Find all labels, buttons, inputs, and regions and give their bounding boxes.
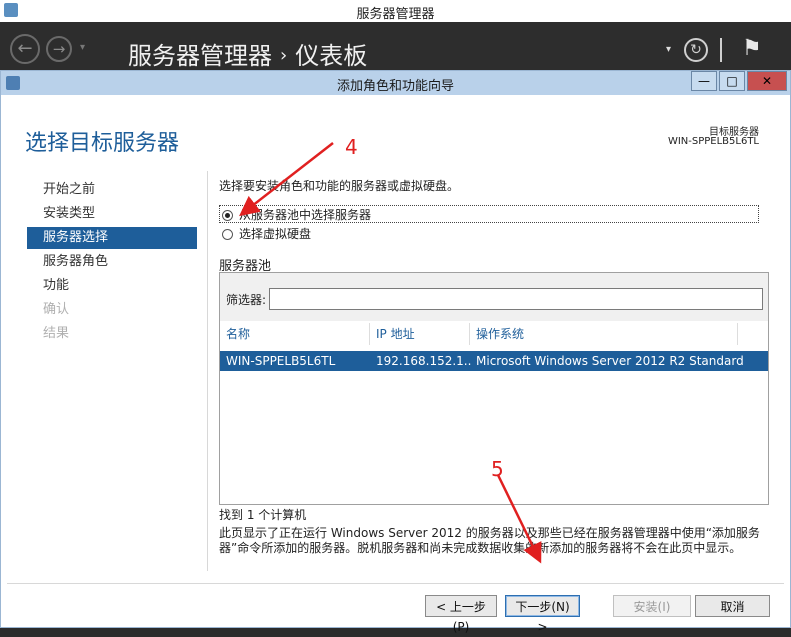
annotation-arrow-5 (496, 474, 542, 564)
server-manager-app-icon (4, 3, 18, 17)
annotation-arrow-4 (239, 142, 334, 217)
outer-window-title: 服务器管理器 (356, 7, 435, 22)
refresh-dropdown-icon[interactable]: ▾ (666, 44, 671, 55)
outer-title-bar: 服务器管理器 (0, 0, 791, 23)
forward-arrow-icon[interactable]: → (46, 36, 72, 62)
header-divider (720, 38, 722, 62)
annotation-number-5: 5 (491, 457, 504, 481)
annotation-number-4: 4 (345, 135, 358, 159)
breadcrumb: 服务器管理器 › 仪表板 (128, 36, 367, 71)
add-roles-wizard-window: 添加角色和功能向导 — □ ✕ 选择目标服务器 目标服务器 WIN-SPPELB… (0, 70, 791, 634)
breadcrumb-page: 仪表板 (295, 42, 368, 70)
notifications-flag-icon[interactable]: ⚑ (742, 36, 762, 61)
breadcrumb-root[interactable]: 服务器管理器 (128, 42, 272, 70)
refresh-icon[interactable]: ↻ (684, 38, 708, 62)
breadcrumb-separator: › (280, 45, 288, 66)
back-arrow-icon[interactable]: ← (10, 34, 40, 64)
server-manager-header (0, 22, 791, 70)
nav-history-dropdown-icon[interactable]: ▾ (80, 42, 85, 53)
annotation-overlay (239, 142, 542, 564)
